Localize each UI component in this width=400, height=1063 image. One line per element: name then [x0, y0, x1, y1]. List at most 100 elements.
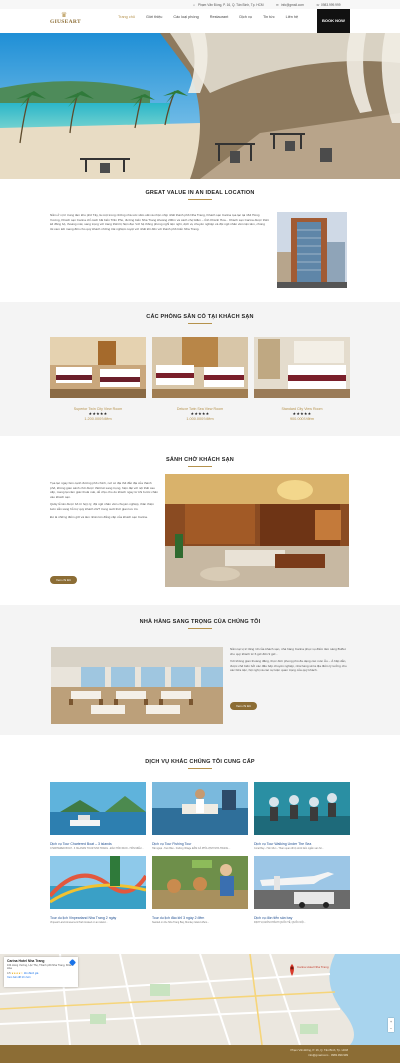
service-photo — [152, 856, 248, 910]
hotel-building-image — [277, 212, 347, 288]
room-rating: ★★★★★ — [292, 411, 312, 416]
lobby-details-button[interactable]: Xem chi tiết — [50, 576, 77, 584]
room-card[interactable]: Superior Twin City View Room ★★★★★ 1.200… — [50, 337, 146, 421]
restaurant-paragraph: Nằm tại vị trí tầng 10 của khách sạn, nh… — [230, 647, 346, 656]
intro-title: GREAT VALUE IN AN IDEAL LOCATION — [145, 190, 255, 196]
menu-item-about[interactable]: Giới thiệu — [146, 15, 162, 19]
footer: Phạm Văn Đồng, P. 16, Q. Tân Bình, Tp. H… — [0, 1045, 400, 1063]
service-title[interactable]: Dịch vụ Tour Chartered Boat – 3 islands — [50, 842, 146, 846]
rooms-list: Superior Twin City View Room ★★★★★ 1.200… — [50, 337, 350, 421]
hero-image — [0, 33, 400, 179]
service-photo — [254, 856, 350, 910]
service-photo — [254, 782, 350, 835]
lobby-photo — [165, 474, 349, 587]
services-grid: Dịch vụ Tour Chartered Boat – 3 islands … — [48, 782, 350, 925]
service-card[interactable]: Dịch vụ Tour Walking Under The Sea Coral… — [254, 782, 350, 850]
service-desc: Hải ngoại - Tam Bảo - Fishing Village ĐÂ… — [152, 847, 231, 850]
title-divider — [188, 323, 212, 324]
room-card[interactable]: Deluxe Twin Sea View Room ★★★★★ 1.000.00… — [152, 337, 248, 421]
menu-item-contact[interactable]: Liên hệ — [286, 15, 298, 19]
menu: Trang chủ Giới thiệu Các loại phòng Rest… — [118, 15, 298, 19]
rooms-title: CÁC PHÒNG SẴN CÓ TẠI KHÁCH SẠN — [146, 314, 254, 320]
lobby-title: SẢNH CHỜ KHÁCH SẠN — [166, 457, 234, 463]
lobby-paragraph: Quầy lễ tân được bố trí hợp lý, đội ngũ … — [50, 502, 154, 511]
title-divider — [188, 768, 212, 769]
service-title[interactable]: Dịch vụ đón tiễn sân bay — [254, 916, 350, 920]
service-desc: DỊCH VỤ ĐÓN KHÁCH QUỐC TẾ, QUỐC NỘI... — [254, 921, 306, 925]
service-photo — [152, 782, 248, 835]
service-card[interactable]: Dịch vụ Tour Fishing Tour Hải ngoại - Ta… — [152, 782, 248, 850]
zoom-in-button[interactable]: + — [388, 1018, 394, 1025]
hero-banner — [0, 33, 400, 179]
service-title[interactable]: Tour du lịch đảo khỉ 3 ngày 2 đêm — [152, 916, 248, 920]
menu-item-home[interactable]: Trang chủ — [118, 15, 135, 19]
crown-icon: ♛ — [60, 12, 68, 19]
mail-icon: ✉ — [276, 2, 279, 7]
service-desc: Coral Bay - Hòn Mun - Tham quan đi bộ dư… — [254, 847, 324, 850]
zoom-out-button[interactable]: − — [388, 1025, 394, 1032]
service-title[interactable]: Tour du lịch Vinpearland Nha Trang 2 ngà… — [50, 916, 146, 920]
title-divider — [188, 628, 212, 629]
zoom-controls: + − — [388, 1018, 394, 1032]
footer-phone[interactable]: 0983.999.999 — [331, 1053, 348, 1057]
service-title[interactable]: Dịch vụ Tour Walking Under The Sea — [254, 842, 350, 846]
room-price: 1.200.000₫/đêm — [84, 417, 112, 421]
location-icon: ⌂ — [193, 2, 195, 7]
footer-contact: info@gmail.com · 0983.999.999 — [308, 1053, 348, 1057]
map-rating-row: 4.5 ★★★★☆ 111 đánh giá — [7, 972, 75, 975]
footer-email[interactable]: info@gmail.com — [308, 1053, 328, 1057]
room-photo — [254, 337, 350, 398]
room-photo — [152, 337, 248, 398]
main-navigation: ♛ GIUSEART Trang chủ Giới thiệu Các loại… — [0, 9, 400, 33]
menu-item-rooms[interactable]: Các loại phòng — [173, 15, 198, 19]
map-info-card: Carina Hotel Nha Trang 164 Hùng Vương, L… — [4, 957, 78, 987]
restaurant-title: NHÀ HÀNG SANG TRỌNG CỦA CHÚNG TÔI — [139, 619, 261, 625]
room-card[interactable]: Standard City View Room ★★★★★ 900.000₫/đ… — [254, 337, 350, 421]
map-rating-stars: ★★★★☆ — [11, 971, 23, 975]
hotel-logo[interactable]: ♛ GIUSEART — [50, 12, 81, 25]
service-desc: CHARTERED BOAT - 3 ISLANDS TOUR NHA TRAN… — [50, 847, 144, 850]
room-price: 900.000₫/đêm — [289, 417, 315, 421]
service-photo — [50, 782, 146, 835]
title-divider — [188, 466, 212, 467]
service-card[interactable]: Tour du lịch Vinpearland Nha Trang 2 ngà… — [48, 856, 148, 925]
service-card[interactable]: Dịch vụ Tour Chartered Boat – 3 islands … — [50, 782, 146, 850]
room-rating: ★★★★★ — [88, 411, 108, 416]
room-rating: ★★★★★ — [190, 411, 210, 416]
service-desc: Vinpearl Land Amusement Park located on … — [50, 921, 108, 925]
map-pin-label: Carina Hotel Nha Trang — [297, 965, 329, 969]
title-divider — [188, 199, 212, 200]
phone-icon: ☏ — [316, 2, 320, 7]
lobby-text: Tọa lạc ngay bên cạnh đường phố chính, n… — [50, 481, 158, 583]
restaurant-details-button[interactable]: Xem chi tiết — [230, 702, 257, 710]
service-photo — [48, 856, 148, 910]
top-info-bar: ⌂ Phạm Văn Đồng, P. 16, Q. Tân Bình, Tp.… — [0, 0, 400, 9]
menu-item-services[interactable]: Dịch vụ — [239, 15, 252, 19]
service-card[interactable]: Dịch vụ đón tiễn sân bay DỊCH VỤ ĐÓN KHÁ… — [254, 856, 350, 924]
map-larger-link[interactable]: Xem bản đồ lớn hơn — [7, 976, 75, 979]
menu-item-news[interactable]: Tin tức — [263, 15, 275, 19]
map-reviews[interactable]: 111 đánh giá — [24, 972, 39, 975]
service-title[interactable]: Dịch vụ Tour Fishing Tour — [152, 842, 248, 846]
topbar-phone[interactable]: 0983.999.999 — [321, 3, 341, 7]
intro-text: Nằm ở vị trí trung tâm khu phố Tây, là m… — [50, 213, 269, 231]
restaurant-paragraph: Với không gian thoáng đãng, thực đơn pho… — [230, 659, 347, 673]
logo-name: GIUSEART — [50, 19, 81, 25]
lobby-paragraph: Đó là những điểm giữ và làm nhân lên đẳn… — [50, 514, 148, 519]
footer-address: Phạm Văn Đồng, P. 16, Q. Tân Bình, Tp. H… — [290, 1048, 348, 1052]
restaurant-photo — [51, 647, 223, 724]
map-place-name: Carina Hotel Nha Trang — [7, 959, 45, 963]
service-card[interactable]: Tour du lịch đảo khỉ 3 ngày 2 đêm Nestle… — [152, 856, 248, 924]
menu-item-restaurant[interactable]: Restaurant — [210, 15, 229, 19]
room-photo — [50, 337, 146, 398]
book-now-button[interactable]: BOOK NOW — [317, 9, 350, 33]
services-title: DỊCH VỤ KHÁC CHÚNG TÔI CUNG CẤP — [145, 759, 255, 765]
room-price: 1.000.000₫/đêm — [186, 417, 214, 421]
topbar-address: Phạm Văn Đồng, P. 16, Q. Tân Bình, Tp. H… — [198, 2, 264, 7]
service-desc: Nestled on the Nha Trang Bay, Monkey Isl… — [152, 921, 210, 925]
map-embed[interactable]: Carina Hotel Nha Trang Carina Hotel Nha … — [0, 954, 400, 1045]
map-place-address: 164 Hùng Vương, Lộc Thọ, Thành phố Nha T… — [7, 964, 74, 971]
topbar-email[interactable]: info@gmail.com — [281, 3, 304, 7]
lobby-paragraph: Tọa lạc ngay bên cạnh đường phố chính, n… — [50, 481, 158, 499]
restaurant-text: Nằm tại vị trí tầng 10 của khách sạn, nh… — [230, 647, 348, 697]
